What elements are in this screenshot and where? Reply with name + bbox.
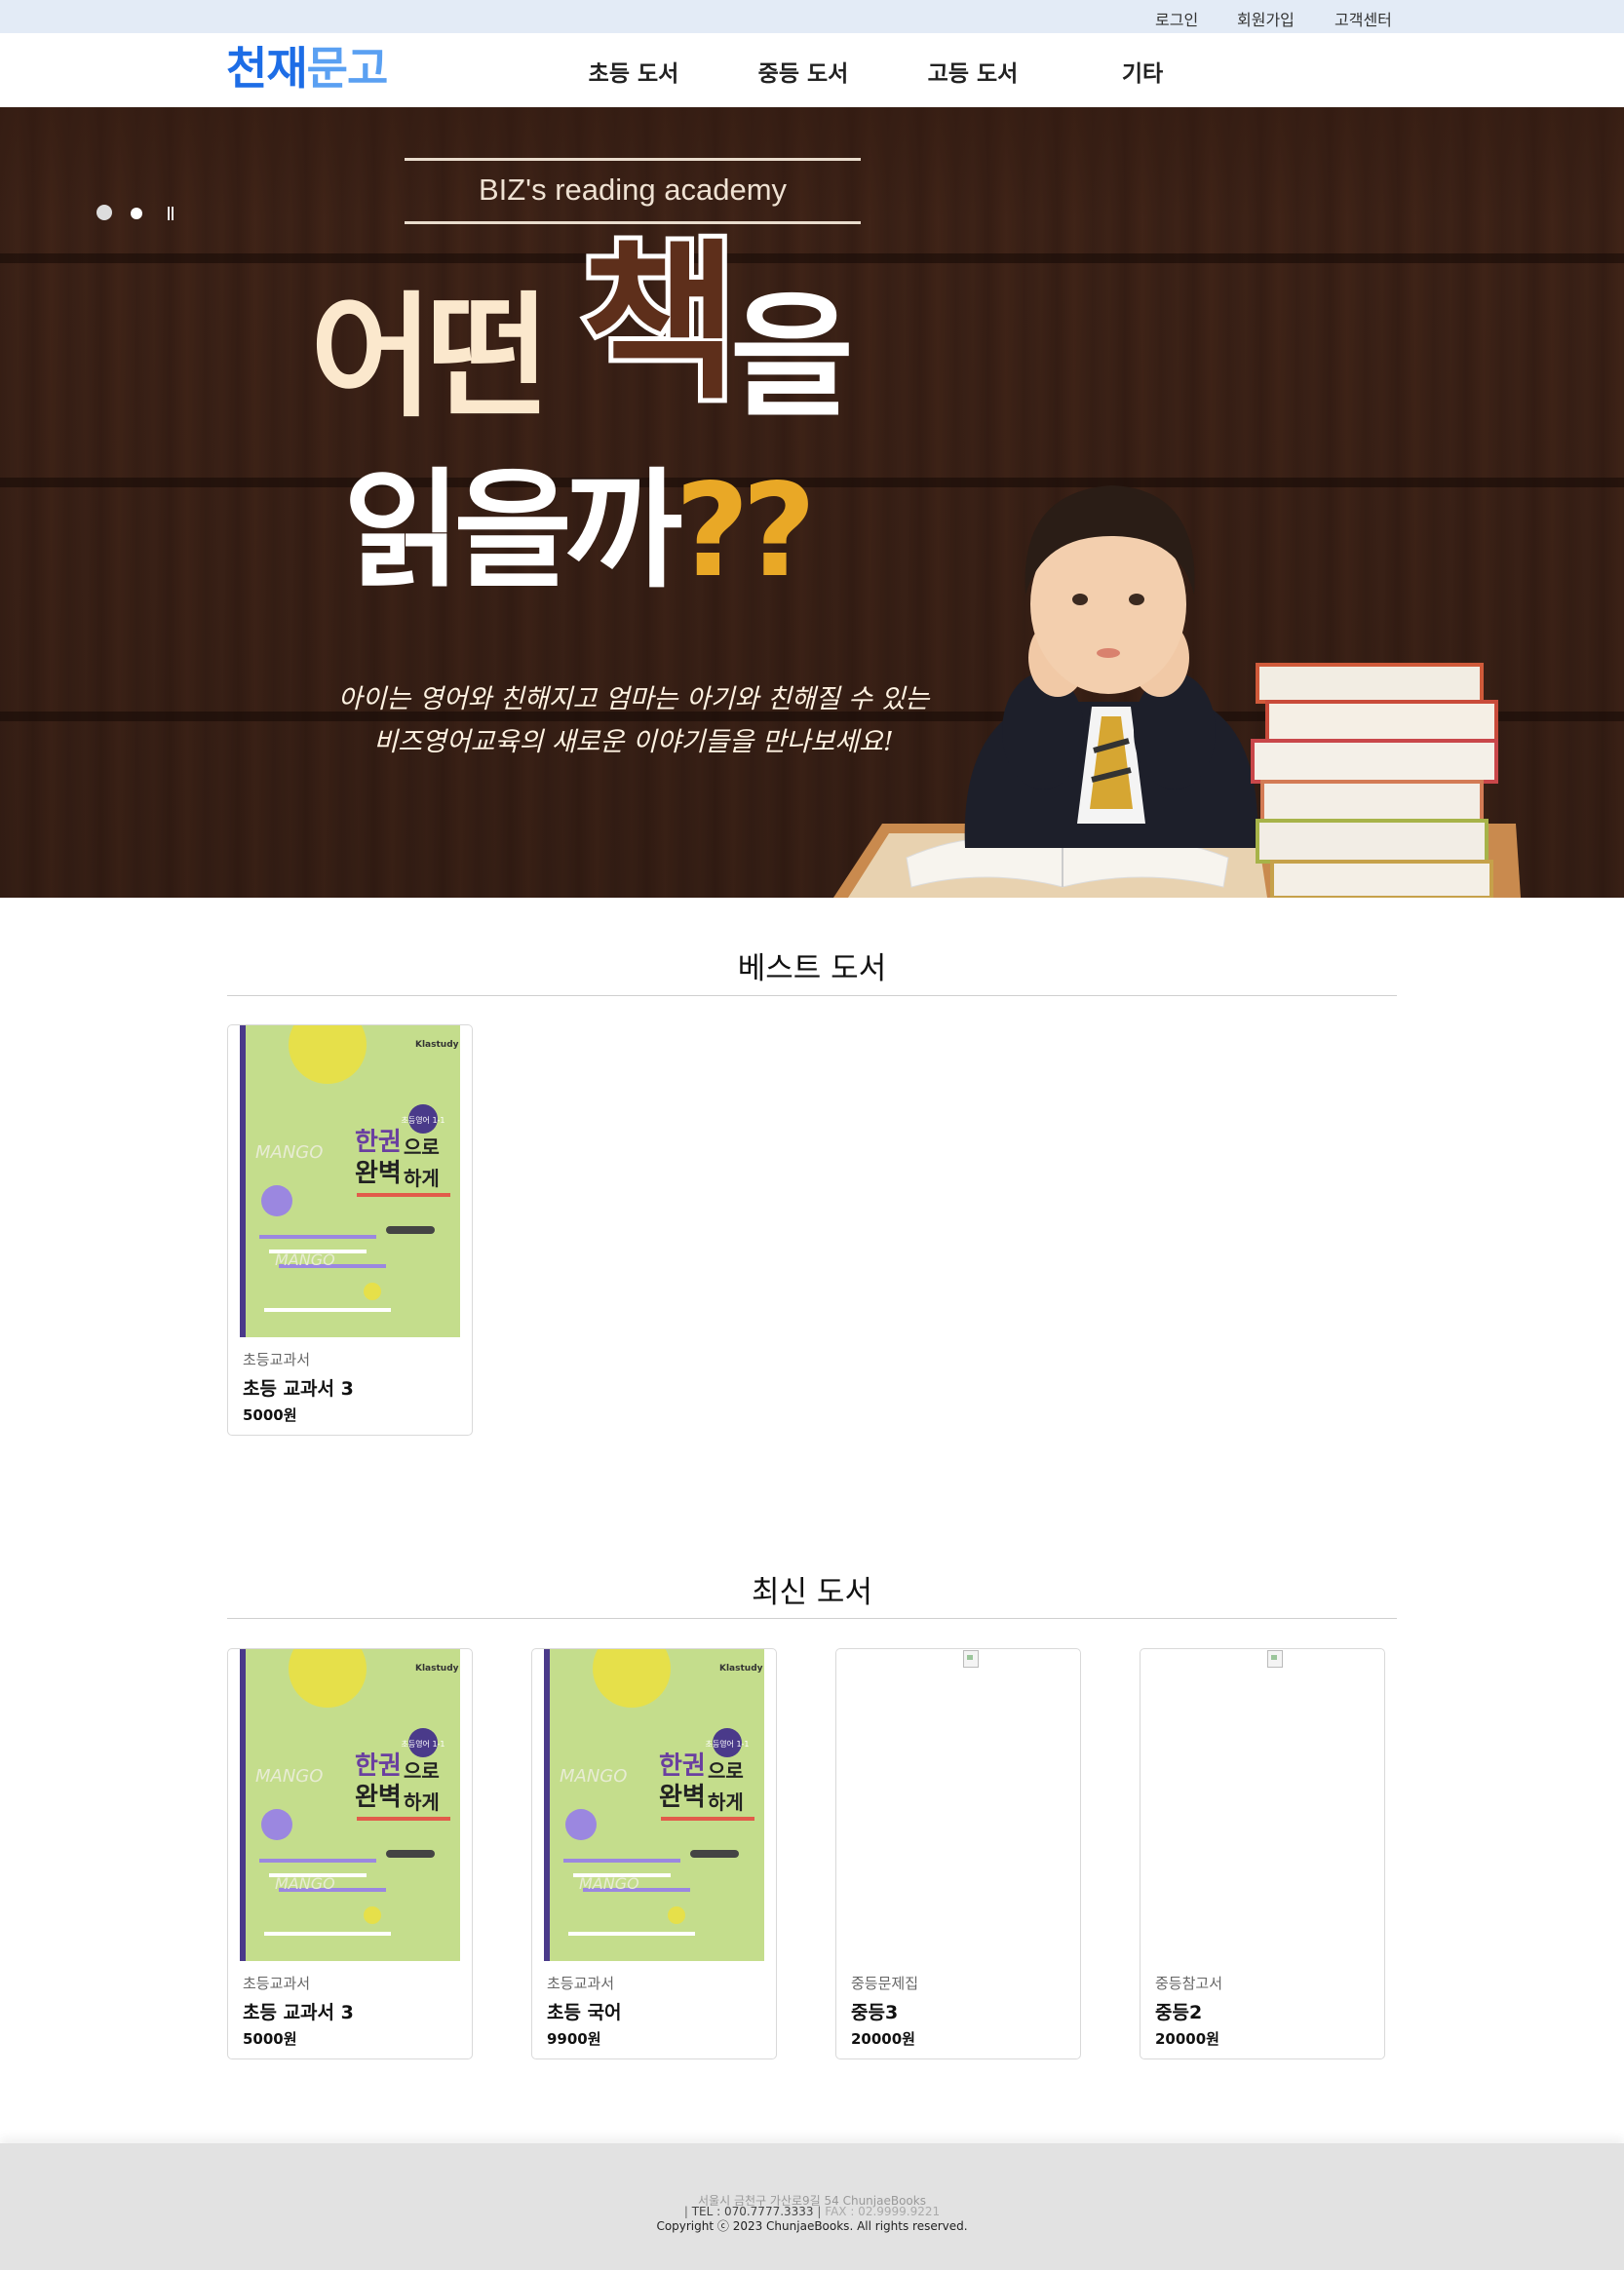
cover-publisher: Klastudy: [415, 1664, 459, 1674]
book-category: 중등참고서: [1155, 1975, 1223, 1992]
headline-word-4: 읽을까: [343, 456, 682, 606]
broken-image-icon: [963, 1650, 979, 1668]
cover-title-c: 완벽: [355, 1159, 402, 1188]
cover-mango-text: MANGO: [275, 1874, 335, 1893]
nav-middle-books[interactable]: 중등 도서: [758, 55, 849, 88]
slide-indicator-1[interactable]: [97, 205, 112, 220]
cover-title-b: 으로: [708, 1759, 744, 1783]
cover-title-d: 하게: [404, 1167, 440, 1190]
book-card[interactable]: Klastudy 초등영어 1-1 한권 으로 완벽 하게 MANGO MANG…: [227, 1024, 473, 1436]
book-title: 중등2: [1155, 2002, 1203, 2023]
cover-title-d: 하게: [404, 1790, 440, 1814]
cover-mango-text: MANGO: [255, 1766, 323, 1787]
cover-badge: 초등영어 1-1: [401, 1115, 445, 1125]
book-category: 초등교과서: [547, 1975, 615, 1992]
book-category: 중등문제집: [851, 1975, 919, 1992]
book-title: 초등 국어: [547, 2002, 622, 2023]
book-price: 5000원: [243, 2030, 297, 2048]
footer-separator: |: [817, 2205, 822, 2218]
footer-tel: TEL : 070.7777.3333: [691, 2205, 814, 2218]
footer-copyright: Copyright ⓒ 2023 ChunjaeBooks. All right…: [656, 2219, 968, 2233]
book-card[interactable]: Klastudy 초등영어 1-1 한권 으로 완벽 하게 MANGO MANG…: [531, 1648, 777, 2059]
cover-mango-text: MANGO: [275, 1250, 335, 1269]
nav-etc[interactable]: 기타: [1122, 55, 1163, 88]
cover-title-b: 으로: [404, 1135, 440, 1159]
cover-title-b: 으로: [404, 1759, 440, 1783]
book-price: 5000원: [243, 1406, 297, 1424]
cover-mango-text: MANGO: [579, 1874, 639, 1893]
best-books-title: 베스트 도서: [737, 951, 887, 986]
logo-part-2: 문고: [306, 42, 389, 95]
book-card[interactable]: 중등문제집 중등3 20000원: [835, 1648, 1081, 2059]
banner-academy-label: BIZ's reading academy: [405, 158, 861, 224]
book-price: 20000원: [851, 2030, 915, 2048]
banner-subcopy-line2: 비즈영어교육의 새로운 이야기들을 만나보세요!: [373, 727, 894, 757]
slide-indicator-2[interactable]: [131, 208, 142, 219]
book-card[interactable]: 중등참고서 중등2 20000원: [1140, 1648, 1385, 2059]
banner-background: [0, 107, 1624, 898]
book-cover-art: Klastudy 초등영어 1-1 한권 으로 완벽 하게 MANGO MANG…: [544, 1649, 764, 1961]
book-price: 20000원: [1155, 2030, 1219, 2048]
banner-headline-line2: 읽을까??: [343, 456, 816, 606]
book-category: 초등교과서: [243, 1975, 311, 1992]
nav-elementary-books[interactable]: 초등 도서: [589, 55, 679, 88]
broken-image-icon: [1267, 1650, 1283, 1668]
headline-word-1: 어떤: [310, 279, 581, 436]
cover-mango-text: MANGO: [560, 1766, 627, 1787]
book-title: 초등 교과서 3: [243, 1378, 354, 1400]
book-card[interactable]: Klastudy 초등영어 1-1 한권 으로 완벽 하게 MANGO MANG…: [227, 1648, 473, 2059]
cover-title-a: 한권: [355, 1128, 402, 1157]
cover-title-a: 한권: [659, 1751, 706, 1781]
book-title: 중등3: [851, 2002, 899, 2023]
headline-word-3: 을: [729, 279, 854, 436]
book-cover-art: Klastudy 초등영어 1-1 한권 으로 완벽 하게 MANGO MANG…: [240, 1025, 460, 1337]
cover-mango-text: MANGO: [255, 1142, 323, 1163]
headline-question-marks: ??: [675, 456, 816, 606]
signup-link[interactable]: 회원가입: [1237, 7, 1295, 30]
headline-word-book: 책: [576, 225, 743, 423]
section-divider: [227, 995, 1397, 996]
pause-icon[interactable]: [167, 207, 174, 220]
banner-subcopy-line1: 아이는 영어와 친해지고 엄마는 아기와 친해질 수 있는: [337, 684, 930, 714]
book-title: 초등 교과서 3: [243, 2002, 354, 2023]
top-utility-bar: 로그인 회원가입 고객센터: [0, 0, 1624, 33]
hero-banner[interactable]: BIZ's reading academy 어떤 책을 읽을까?? 아이는 영어…: [0, 107, 1624, 898]
cover-publisher: Klastudy: [719, 1664, 763, 1674]
book-cover-image: Klastudy 초등영어 1-1 한권 으로 완벽 하게 MANGO MANG…: [240, 1025, 460, 1337]
footer-contact: | TEL : 070.7777.3333 | FAX : 02.9999.92…: [0, 2205, 1624, 2218]
footer-fax: FAX : 02.9999.9221: [825, 2205, 941, 2218]
banner-subcopy: 아이는 영어와 친해지고 엄마는 아기와 친해질 수 있는 비즈영어교육의 새로…: [322, 678, 946, 764]
latest-books-title: 최신 도서: [752, 1575, 872, 1610]
main-header: 천재문고 초등 도서 중등 도서 고등 도서 기타: [0, 33, 1624, 107]
nav-high-books[interactable]: 고등 도서: [928, 55, 1019, 88]
login-link[interactable]: 로그인: [1155, 7, 1198, 30]
cover-title-a: 한권: [355, 1751, 402, 1781]
logo-part-1: 천재: [226, 42, 308, 95]
book-cover-image: Klastudy 초등영어 1-1 한권 으로 완벽 하게 MANGO MANG…: [240, 1649, 460, 1961]
site-footer: 서울시 금천구 가산로9길 54 ChunjaeBooks | TEL : 07…: [0, 2143, 1624, 2270]
book-cover-image: Klastudy 초등영어 1-1 한권 으로 완벽 하게 MANGO MANG…: [544, 1649, 764, 1961]
book-cover-image: [1152, 1649, 1373, 1961]
cover-title-c: 완벽: [659, 1783, 706, 1812]
section-divider: [227, 1618, 1397, 1619]
book-category: 초등교과서: [243, 1351, 311, 1368]
cover-title-c: 완벽: [355, 1783, 402, 1812]
cover-title-d: 하게: [708, 1790, 744, 1814]
banner-headline-line1: 어떤 책을: [310, 234, 854, 441]
cover-badge: 초등영어 1-1: [401, 1739, 445, 1749]
cover-badge: 초등영어 1-1: [705, 1739, 749, 1749]
customer-center-link[interactable]: 고객센터: [1334, 7, 1392, 30]
book-cover-image: [848, 1649, 1068, 1961]
bookshelf-line: [0, 253, 1624, 263]
bookshelf-line: [0, 478, 1624, 487]
book-price: 9900원: [547, 2030, 601, 2048]
site-logo[interactable]: 천재문고: [226, 41, 389, 96]
footer-separator: |: [683, 2205, 688, 2218]
book-cover-art: Klastudy 초등영어 1-1 한권 으로 완벽 하게 MANGO MANG…: [240, 1649, 460, 1961]
cover-publisher: Klastudy: [415, 1040, 459, 1050]
